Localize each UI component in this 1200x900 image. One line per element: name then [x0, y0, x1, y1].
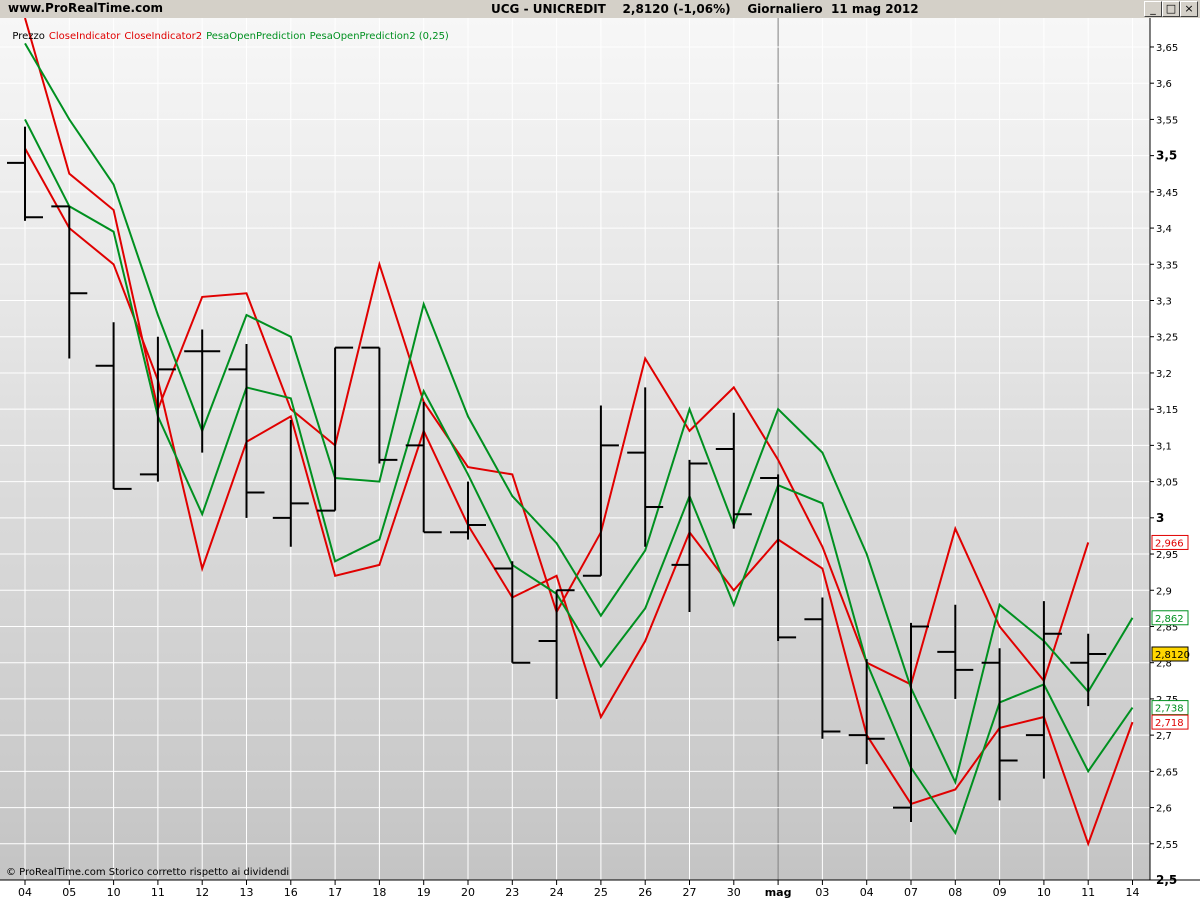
- x-tick-label: 18: [372, 886, 386, 899]
- axis-value-badge-label: 2,718: [1155, 718, 1184, 729]
- y-tick-label: 3,5: [1156, 149, 1177, 163]
- y-tick-label: 2,55: [1156, 840, 1178, 851]
- x-tick-label: 30: [727, 886, 741, 899]
- x-tick-label: 19: [417, 886, 431, 899]
- site-brand[interactable]: www.ProRealTime.com: [8, 1, 163, 15]
- x-tick-label: 11: [151, 886, 165, 899]
- x-tick-label: 25: [594, 886, 608, 899]
- x-tick-label: 17: [328, 886, 342, 899]
- x-tick-label: 26: [638, 886, 652, 899]
- y-tick-label: 3,1: [1156, 441, 1172, 452]
- y-tick-label: 3,35: [1156, 260, 1178, 271]
- legend: Prezzo CloseIndicator CloseIndicator2 PesaO…: [6, 20, 453, 42]
- x-tick-label: 12: [195, 886, 209, 899]
- x-tick-label: 24: [550, 886, 564, 899]
- y-tick-label: 3,65: [1156, 43, 1178, 54]
- x-tick-label: 08: [948, 886, 962, 899]
- y-tick-label: 3,2: [1156, 369, 1172, 380]
- x-tick-label: 04: [18, 886, 32, 899]
- axis-value-badge-label: 2,966: [1155, 538, 1184, 549]
- legend-pesa-open-prediction2: PesaOpenPrediction2 (0,25): [309, 31, 449, 42]
- legend-close-indicator: CloseIndicator: [48, 31, 121, 42]
- x-tick-label: 05: [62, 886, 76, 899]
- x-tick-label: 27: [683, 886, 697, 899]
- x-tick-label: 10: [107, 886, 121, 899]
- x-tick-label: 09: [993, 886, 1007, 899]
- title-bar: www.ProRealTime.com UCG - UNICREDIT 2,81…: [0, 0, 1200, 19]
- legend-close-indicator2: CloseIndicator2: [124, 31, 203, 42]
- x-tick-label: 23: [505, 886, 519, 899]
- y-tick-label: 2,9: [1156, 586, 1172, 597]
- x-tick-label: 10: [1037, 886, 1051, 899]
- axis-value-badge-label: 2,738: [1155, 704, 1184, 715]
- x-tick-label: 04: [860, 886, 874, 899]
- y-tick-label: 3,55: [1156, 115, 1178, 126]
- x-tick-label: 07: [904, 886, 918, 899]
- y-tick-label: 3,05: [1156, 478, 1178, 489]
- legend-price: Prezzo: [12, 31, 45, 42]
- y-tick-label: 2,65: [1156, 767, 1178, 778]
- x-tick-label: 13: [240, 886, 254, 899]
- x-tick-label: 11: [1081, 886, 1095, 899]
- y-tick-label: 3: [1156, 511, 1164, 525]
- y-tick-label: 2,7: [1156, 731, 1172, 742]
- y-tick-label: 2,95: [1156, 550, 1178, 561]
- x-tick-label: 03: [815, 886, 829, 899]
- x-tick-label: mag: [765, 886, 792, 899]
- y-tick-label: 3,6: [1156, 79, 1172, 90]
- close-button[interactable]: ×: [1180, 1, 1198, 17]
- x-tick-label: 16: [284, 886, 298, 899]
- y-tick-label: 2,6: [1156, 804, 1172, 815]
- axis-value-badge-label: 2,8120: [1155, 650, 1190, 661]
- chart-headline: UCG - UNICREDIT 2,8120 (-1,06%) Giornali…: [491, 2, 919, 16]
- x-tick-label: 14: [1126, 886, 1140, 899]
- price-chart[interactable]: 04 05 10 11 12 13 16 17 18 19 20 23 24 25 26 27 30 mag 03 0…: [0, 18, 1200, 900]
- maximize-button[interactable]: □: [1162, 1, 1180, 17]
- axis-value-badge-label: 2,862: [1155, 614, 1184, 625]
- y-tick-label: 3,45: [1156, 188, 1178, 199]
- footer-note: © ProRealTime.com Storico corretto rispe…: [6, 867, 290, 878]
- legend-pesa-open-prediction: PesaOpenPrediction: [206, 31, 306, 42]
- y-tick-label: 3,15: [1156, 405, 1178, 416]
- x-tick-label: 20: [461, 886, 475, 899]
- y-tick-label: 3,3: [1156, 297, 1172, 308]
- minimize-button[interactable]: _: [1144, 1, 1162, 17]
- y-tick-label: 3,4: [1156, 224, 1172, 235]
- y-tick-label: 3,25: [1156, 333, 1178, 344]
